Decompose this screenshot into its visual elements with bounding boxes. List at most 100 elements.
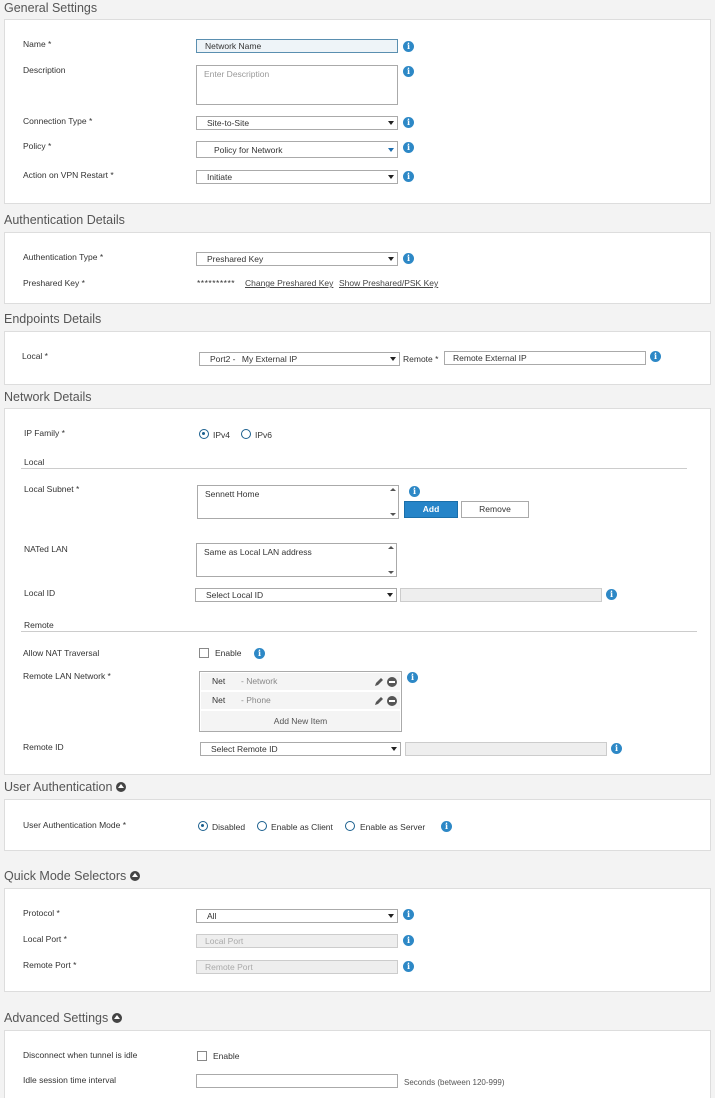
quick-mode-selectors-panel: Protocol * All i Local Port * Local Port…	[4, 888, 711, 992]
policy-select[interactable]: Policy for Network	[196, 141, 398, 158]
protocol-select[interactable]: All	[196, 909, 398, 923]
user-authentication-panel: User Authentication Mode * Disabled Enab…	[4, 799, 711, 851]
dropdown-arrow-icon	[388, 148, 394, 152]
remove-button[interactable]: Remove	[461, 501, 529, 518]
local-subnet-list[interactable]: Sennett Home	[197, 485, 399, 519]
remote-lan-network-label: Remote LAN Network *	[23, 671, 111, 681]
scrollbar[interactable]	[390, 488, 396, 516]
pencil-icon[interactable]	[374, 696, 384, 706]
action-on-vpn-restart-select[interactable]: Initiate	[196, 170, 398, 184]
local-id-input[interactable]	[400, 588, 602, 602]
remote-lan-network-list: Net - Network Net - Phone Add New Item	[199, 671, 402, 732]
dropdown-arrow-icon	[388, 914, 394, 918]
general-settings-title: General Settings	[4, 1, 97, 15]
local-id-select[interactable]: Select Local ID	[195, 588, 397, 602]
ipv4-radio[interactable]	[199, 429, 209, 439]
info-icon[interactable]: i	[403, 41, 414, 52]
authentication-type-select[interactable]: Preshared Key	[196, 252, 398, 266]
remote-endpoint-input[interactable]: Remote External IP	[444, 351, 646, 365]
list-item: Net - Network	[201, 673, 400, 690]
caret-up-icon[interactable]	[130, 871, 141, 881]
local-port-input[interactable]: Local Port	[196, 934, 398, 948]
disconnect-when-idle-checkbox[interactable]	[197, 1051, 207, 1061]
scroll-up-icon[interactable]	[388, 546, 394, 549]
ipv6-radio[interactable]	[241, 429, 251, 439]
local-endpoint-label: Local *	[22, 351, 48, 361]
ip-family-label: IP Family *	[24, 428, 65, 438]
info-icon[interactable]: i	[403, 142, 414, 153]
user-auth-disabled-radio[interactable]	[198, 821, 208, 831]
ipv6-label: IPv6	[255, 430, 273, 440]
name-input[interactable]: Network Name	[196, 39, 398, 53]
general-settings-title-text: General Settings	[4, 1, 98, 15]
user-auth-client-radio[interactable]	[257, 821, 267, 831]
user-auth-client-label: Enable as Client	[271, 822, 333, 832]
scroll-down-icon[interactable]	[388, 571, 394, 574]
info-icon[interactable]: i	[403, 171, 414, 182]
user-auth-server-radio[interactable]	[345, 821, 355, 831]
pencil-icon[interactable]	[374, 677, 384, 687]
remote-heading: Remote	[24, 620, 54, 630]
local-endpoint-select[interactable]: Port2 - My External IP	[199, 352, 400, 366]
info-icon[interactable]: i	[403, 253, 414, 264]
add-button[interactable]: Add	[404, 501, 458, 518]
remote-id-input[interactable]	[405, 742, 607, 756]
user-authentication-title[interactable]: User Authentication	[4, 780, 127, 794]
scrollbar[interactable]	[388, 546, 394, 574]
local-id-value: Select Local ID	[206, 590, 264, 600]
remote-port-input[interactable]: Remote Port	[196, 960, 398, 974]
advanced-settings-title-text: Advanced Settings	[4, 1011, 109, 1025]
advanced-settings-title[interactable]: Advanced Settings	[4, 1011, 123, 1025]
protocol-value: All	[207, 911, 217, 921]
list-item-desc: - Network	[241, 676, 278, 686]
info-icon[interactable]: i	[407, 672, 418, 683]
info-icon[interactable]: i	[409, 486, 420, 497]
info-icon[interactable]: i	[403, 117, 414, 128]
disconnect-when-idle-label: Disconnect when tunnel is idle	[23, 1050, 138, 1060]
remote-port-label: Remote Port *	[23, 960, 77, 970]
scroll-up-icon[interactable]	[390, 488, 396, 491]
nated-lan-list[interactable]: Same as Local LAN address	[196, 543, 397, 577]
authentication-type-label: Authentication Type *	[23, 252, 104, 262]
dropdown-arrow-icon	[391, 747, 397, 751]
local-port-label: Local Port *	[23, 934, 67, 944]
nat-traversal-checkbox[interactable]	[199, 648, 209, 658]
info-icon[interactable]: i	[650, 351, 661, 362]
local-id-label: Local ID	[24, 588, 56, 598]
info-icon[interactable]: i	[611, 743, 622, 754]
authentication-type-value: Preshared Key	[207, 254, 264, 264]
minus-circle-icon[interactable]	[387, 677, 397, 687]
info-icon[interactable]: i	[403, 909, 414, 920]
user-authentication-mode-label: User Authentication Mode *	[23, 820, 127, 830]
add-new-item-button[interactable]: Add New Item	[201, 711, 400, 731]
info-icon[interactable]: i	[254, 648, 265, 659]
info-icon[interactable]: i	[403, 935, 414, 946]
info-icon[interactable]: i	[403, 961, 414, 972]
description-textarea[interactable]: Enter Description	[196, 65, 398, 105]
info-icon[interactable]: i	[441, 821, 452, 832]
list-item: Net - Phone	[201, 692, 400, 709]
quick-mode-selectors-title-text: Quick Mode Selectors	[4, 869, 127, 883]
caret-up-icon[interactable]	[112, 1013, 123, 1023]
change-preshared-key-link[interactable]: Change Preshared Key	[245, 278, 333, 288]
caret-up-icon[interactable]	[116, 782, 127, 792]
remote-id-select[interactable]: Select Remote ID	[200, 742, 401, 756]
nated-lan-value: Same as Local LAN address	[204, 547, 312, 557]
user-auth-disabled-label: Disabled	[212, 822, 246, 832]
minus-circle-icon[interactable]	[387, 696, 397, 706]
show-preshared-key-link[interactable]: Show Preshared/PSK Key	[339, 278, 438, 288]
allow-nat-traversal-label: Allow NAT Traversal	[23, 648, 100, 658]
protocol-label: Protocol *	[23, 908, 60, 918]
description-label: Description	[23, 65, 66, 75]
idle-session-interval-input[interactable]	[196, 1074, 398, 1088]
advanced-settings-panel: Disconnect when tunnel is idle Enable Id…	[4, 1030, 711, 1098]
info-icon[interactable]: i	[403, 66, 414, 77]
dropdown-arrow-icon	[390, 357, 396, 361]
connection-type-value: Site-to-Site	[207, 118, 250, 128]
authentication-details-title-text: Authentication Details	[4, 213, 125, 227]
quick-mode-selectors-title[interactable]: Quick Mode Selectors	[4, 869, 141, 883]
connection-type-select[interactable]: Site-to-Site	[196, 116, 398, 130]
info-icon[interactable]: i	[606, 589, 617, 600]
scroll-down-icon[interactable]	[390, 513, 396, 516]
user-auth-server-label: Enable as Server	[360, 822, 426, 832]
